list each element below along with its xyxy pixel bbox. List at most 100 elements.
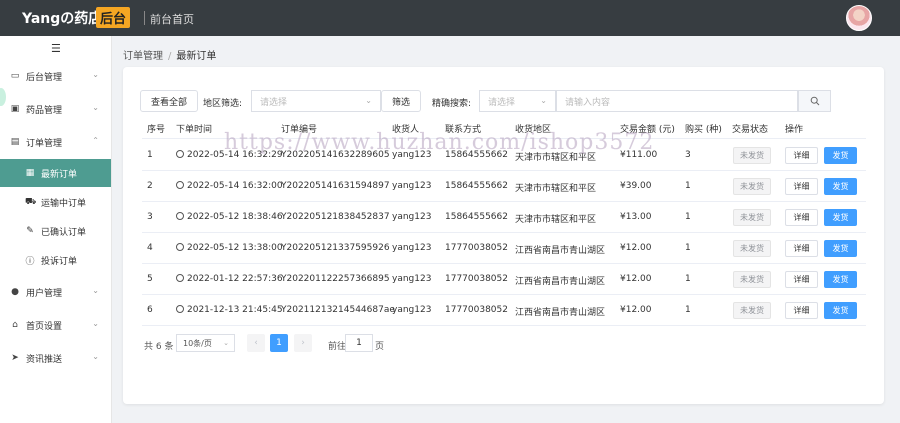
cell-index: 6 (147, 305, 153, 315)
sidebar-item-backend[interactable]: ▭ 后台管理 ⌄ (0, 61, 111, 91)
sidebar-item-users[interactable]: ● 用户管理 ⌄ (0, 277, 111, 307)
detail-button[interactable]: 详细 (785, 178, 818, 195)
detail-button[interactable]: 详细 (785, 147, 818, 164)
ship-button[interactable]: 发货 (824, 302, 857, 319)
sidebar-subitem-confirmed-orders[interactable]: ✎ 已确认订单 (0, 217, 111, 245)
ship-button[interactable]: 发货 (824, 209, 857, 226)
avatar[interactable] (846, 5, 872, 31)
cell-receiver: yang123 (392, 212, 432, 222)
cell-region: 天津市市辖区和平区 (515, 153, 597, 163)
document-icon: ▦ (25, 168, 35, 178)
sidebar-subitem-complaint-orders[interactable]: ⓘ 投诉订单 (0, 246, 111, 274)
pagination-total: 共 6 条 (144, 342, 174, 352)
cell-index: 3 (147, 212, 153, 222)
truck-icon: ⛟ (25, 196, 37, 207)
detail-button[interactable]: 详细 (785, 240, 818, 257)
sidebar-subitem-label: 最新订单 (41, 169, 78, 180)
cell-receiver: yang123 (392, 274, 432, 284)
cell-time: 2022-05-12 13:38:00 (176, 243, 283, 253)
brand-title: Yangの药店 (22, 11, 103, 27)
cell-amount: ¥12.00 (620, 274, 652, 284)
ship-button[interactable]: 发货 (824, 271, 857, 288)
table-row: 5 2022-01-12 22:57:36 Y20220112225736689… (142, 264, 866, 295)
search-button[interactable] (798, 90, 831, 112)
chevron-down-icon: ⌄ (540, 96, 547, 105)
breadcrumb-separator: / (168, 51, 172, 62)
status-badge: 未发货 (733, 178, 771, 195)
goto-suffix: 页 (375, 342, 385, 352)
search-icon (810, 96, 819, 106)
sidebar-subitem-latest-orders[interactable]: ▦ 最新订单 (0, 159, 111, 187)
table-row: 4 2022-05-12 13:38:00 Y20220512133759592… (142, 233, 866, 264)
cell-phone: 17770038052 (445, 274, 508, 284)
ship-button[interactable]: 发货 (824, 147, 857, 164)
table-row: 6 2021-12-13 21:45:45 Y20211213214544687… (142, 295, 866, 326)
next-page-button[interactable]: › (294, 334, 312, 352)
clipboard-icon: ▤ (10, 137, 20, 147)
cell-order-no: Y20211213214544687ae (281, 305, 395, 315)
cell-index: 2 (147, 181, 153, 191)
prev-page-button[interactable]: ‹ (247, 334, 265, 352)
send-icon: ➤ (11, 353, 19, 363)
region-select[interactable]: 请选择 ⌄ (251, 90, 381, 112)
col-header-actions: 操作 (785, 125, 804, 135)
cell-receiver: yang123 (392, 305, 432, 315)
sidebar: ☰ ▭ 后台管理 ⌄ ▣ 药品管理 ⌄ ▤ 订单管理 ⌃ ▦ 最新订单 ⛟ 运输… (0, 36, 112, 423)
cell-region: 江西省南昌市青山湖区 (515, 308, 606, 318)
search-type-select[interactable]: 请选择 ⌄ (479, 90, 556, 112)
col-header-time: 下单时间 (176, 125, 213, 135)
clock-icon (176, 212, 184, 220)
cell-phone: 15864555662 (445, 181, 508, 191)
cell-time: 2022-05-14 16:32:29 (176, 150, 283, 160)
edit-check-icon: ✎ (26, 226, 34, 236)
cell-index: 5 (147, 274, 153, 284)
menu-toggle-icon[interactable]: ☰ (51, 42, 61, 55)
cell-time: 2021-12-13 21:45:45 (176, 305, 283, 315)
cell-order-no: Y202205141631594897 (281, 181, 390, 191)
sidebar-item-home-settings[interactable]: ⌂ 首页设置 ⌄ (0, 310, 111, 340)
top-bar: Yangの药店 后台 前台首页 (0, 0, 900, 36)
sidebar-subitem-shipping-orders[interactable]: ⛟ 运输中订单 (0, 188, 111, 216)
cell-phone: 15864555662 (445, 212, 508, 222)
ship-button[interactable]: 发货 (824, 178, 857, 195)
sidebar-item-drugs[interactable]: ▣ 药品管理 ⌄ (0, 94, 111, 124)
filter-button[interactable]: 筛选 (381, 90, 421, 112)
col-header-phone: 联系方式 (445, 125, 482, 135)
detail-button[interactable]: 详细 (785, 271, 818, 288)
sidebar-item-orders[interactable]: ▤ 订单管理 ⌃ (0, 127, 111, 157)
search-input[interactable]: 请输入内容 (556, 90, 798, 112)
chevron-down-icon: ⌄ (92, 352, 99, 361)
chevron-down-icon: ⌄ (92, 286, 99, 295)
region-filter-label: 地区筛选: (203, 99, 243, 109)
search-type-placeholder: 请选择 (488, 97, 516, 108)
ship-button[interactable]: 发货 (824, 240, 857, 257)
calendar-icon: ▭ (10, 71, 20, 81)
chevron-down-icon: ⌄ (92, 319, 99, 328)
cell-order-no: Y202201122257366895 (281, 274, 390, 284)
user-icon: ● (11, 287, 19, 297)
cell-region: 天津市市辖区和平区 (515, 215, 597, 225)
cell-phone: 15864555662 (445, 150, 508, 160)
page-number-current[interactable]: 1 (270, 334, 288, 352)
page-size-select[interactable]: 10条/页 ⌄ (176, 334, 235, 352)
front-page-link[interactable]: 前台首页 (150, 11, 194, 27)
sidebar-item-label: 首页设置 (26, 321, 63, 332)
detail-button[interactable]: 详细 (785, 209, 818, 226)
view-all-button[interactable]: 查看全部 (140, 90, 198, 112)
clock-icon (176, 150, 184, 158)
cell-receiver: yang123 (392, 243, 432, 253)
col-header-order-no: 订单编号 (281, 125, 318, 135)
region-select-placeholder: 请选择 (260, 97, 288, 108)
page-size-value: 10条/页 (183, 338, 212, 348)
sidebar-subitem-label: 投诉订单 (41, 256, 78, 267)
cell-region: 江西省南昌市青山湖区 (515, 246, 606, 256)
detail-button[interactable]: 详细 (785, 302, 818, 319)
breadcrumb-parent[interactable]: 订单管理 (123, 51, 163, 62)
sidebar-item-label: 药品管理 (26, 105, 63, 116)
cell-order-no: Y202205141632289605 (281, 150, 390, 160)
sidebar-item-news-push[interactable]: ➤ 资讯推送 ⌄ (0, 343, 111, 373)
breadcrumb-current: 最新订单 (176, 51, 217, 62)
clock-icon (176, 243, 184, 251)
goto-page-input[interactable]: 1 (345, 334, 373, 352)
col-header-qty: 购买 (种) (685, 125, 722, 135)
